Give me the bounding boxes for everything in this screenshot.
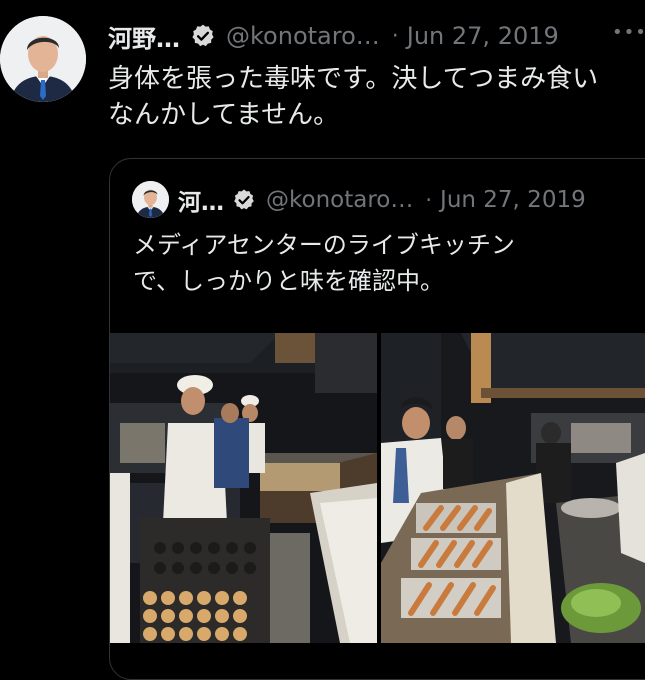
more-options-icon[interactable]: ••• (612, 22, 645, 43)
quoted-verified-badge-icon (232, 188, 256, 212)
tweet-photo-1[interactable] (110, 333, 377, 643)
verified-badge-icon (190, 23, 216, 49)
quoted-tweet-header: 河… @konotaro… · Jun 27, 2019 (178, 183, 586, 217)
tweet-header: 河野… @konotaro… · Jun 27, 2019 (108, 19, 559, 54)
kitchen-photo-1 (110, 333, 377, 643)
quoted-author-avatar[interactable] (132, 181, 169, 218)
author-handle[interactable]: @konotaro… (226, 22, 380, 50)
quoted-author-handle[interactable]: @konotaro… (266, 187, 413, 213)
quoted-text-line-1: メディアセンターのライブキッチン (133, 231, 515, 259)
quoted-separator-dot: · (425, 188, 433, 212)
quoted-text-line-2: で、しっかりと味を確認中。 (133, 267, 445, 295)
tweet-text-line-2: なんかしてません。 (108, 100, 340, 130)
author-avatar[interactable] (0, 16, 86, 102)
author-avatar-image (0, 16, 86, 102)
separator-dot: · (391, 23, 399, 49)
quoted-author-avatar-image (132, 181, 169, 218)
author-name[interactable]: 河野… (108, 19, 180, 54)
tweet-text-line-1: 身体を張った毒味です。決してつまみ食い (108, 64, 599, 94)
quoted-author-name[interactable]: 河… (178, 183, 224, 217)
kitchen-photo-2 (381, 333, 645, 643)
tweet-photo-2[interactable] (381, 333, 645, 643)
quoted-tweet-date[interactable]: Jun 27, 2019 (440, 187, 586, 213)
tweet-date[interactable]: Jun 27, 2019 (407, 22, 559, 50)
